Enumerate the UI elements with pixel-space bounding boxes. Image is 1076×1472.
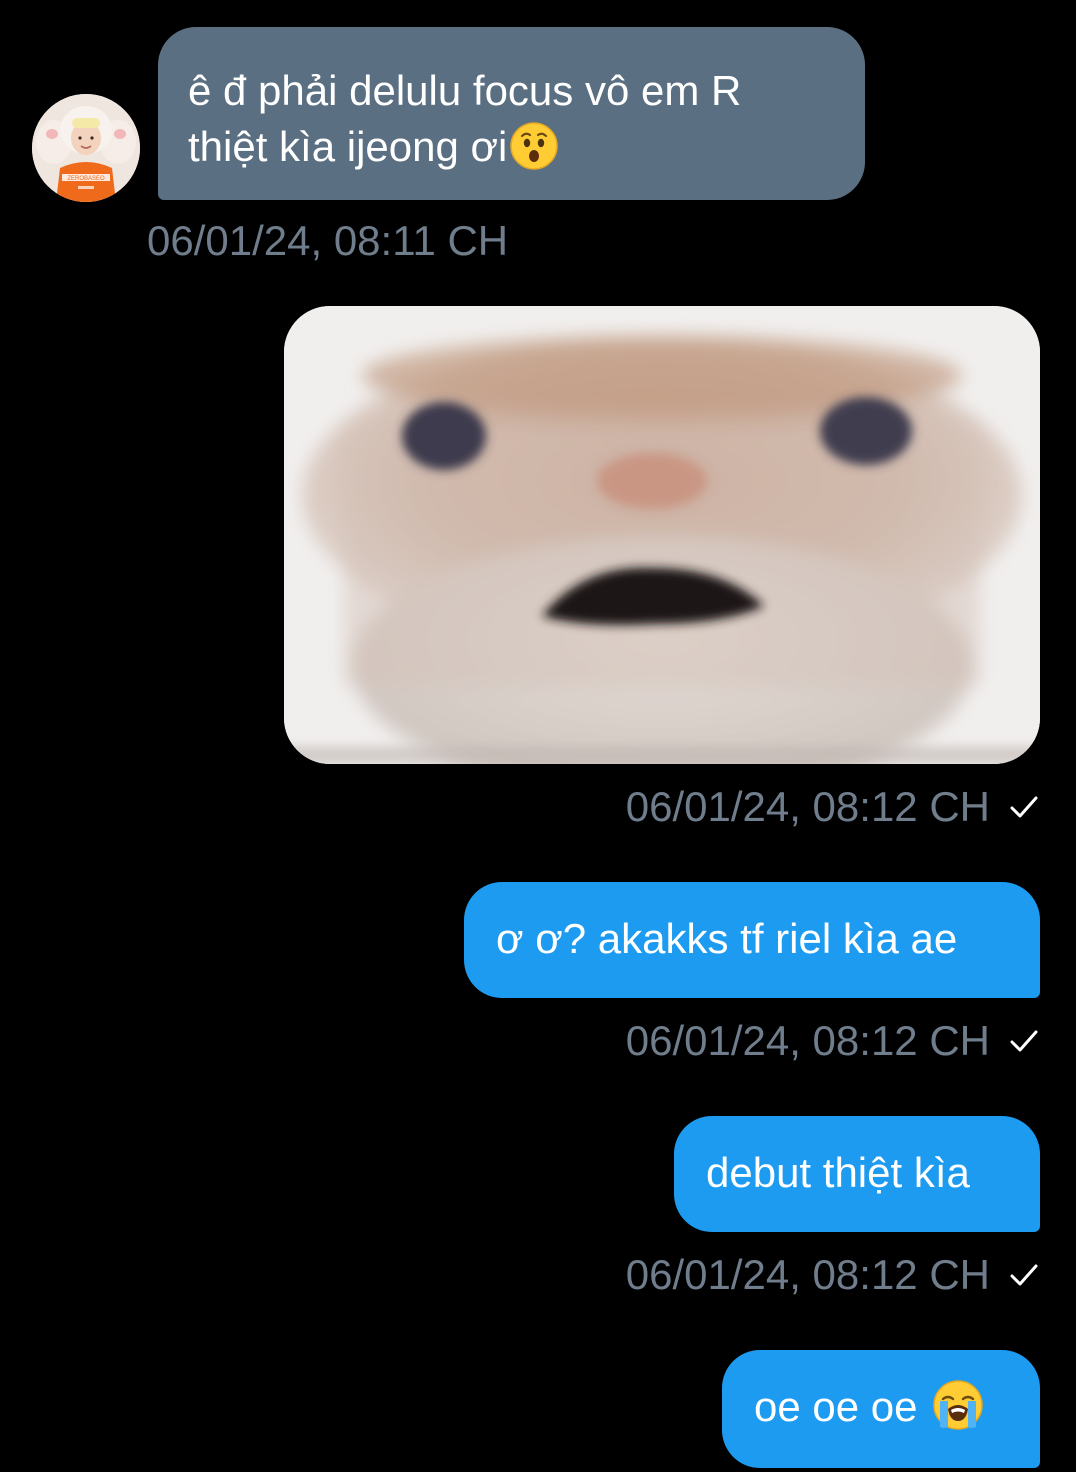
incoming-message-line-2-text: thiệt kìa ijeong ơi	[188, 123, 508, 170]
avatar-photo: ZEROBASEO	[32, 94, 140, 202]
outgoing-message-timestamp: 06/01/24, 08:12 CH	[625, 1251, 990, 1298]
loudly-crying-face-emoji-icon	[932, 1379, 984, 1431]
incoming-message-bubble[interactable]: ê đ phải delulu focus vô em R thiệt kìa …	[158, 27, 865, 200]
outgoing-message-timestamp-row: 06/01/24, 08:12 CH	[626, 1250, 1040, 1300]
shocked-cat-photo	[284, 306, 1040, 764]
outgoing-message-bubble[interactable]: debut thiệt kìa	[674, 1116, 1040, 1232]
svg-text:ZEROBASEO: ZEROBASEO	[67, 176, 105, 182]
outgoing-message-text: oe oe oe	[754, 1383, 918, 1430]
outgoing-message-bubble[interactable]: oe oe oe	[722, 1350, 1040, 1468]
sent-check-icon	[1008, 791, 1040, 823]
sender-avatar[interactable]: ZEROBASEO	[32, 94, 140, 202]
outgoing-message-text: ơ ơ? akakks tf riel kìa ae	[496, 915, 958, 962]
outgoing-message-timestamp: 06/01/24, 08:12 CH	[625, 1017, 990, 1064]
incoming-message-line-2: thiệt kìa ijeong ơi	[188, 119, 835, 175]
image-message-timestamp: 06/01/24, 08:12 CH	[625, 783, 990, 830]
outgoing-message-text: debut thiệt kìa	[706, 1149, 970, 1196]
image-message-timestamp-row: 06/01/24, 08:12 CH	[626, 782, 1040, 832]
incoming-message-timestamp: 06/01/24, 08:11 CH	[147, 217, 509, 264]
hushed-face-emoji-icon	[509, 121, 559, 171]
sent-check-icon	[1008, 1025, 1040, 1057]
outgoing-message-bubble[interactable]: ơ ơ? akakks tf riel kìa ae	[464, 882, 1040, 998]
incoming-message-line-1: ê đ phải delulu focus vô em R	[188, 67, 742, 114]
sent-check-icon	[1008, 1259, 1040, 1291]
outgoing-message-timestamp-row: 06/01/24, 08:12 CH	[626, 1016, 1040, 1066]
image-message[interactable]	[284, 306, 1040, 764]
